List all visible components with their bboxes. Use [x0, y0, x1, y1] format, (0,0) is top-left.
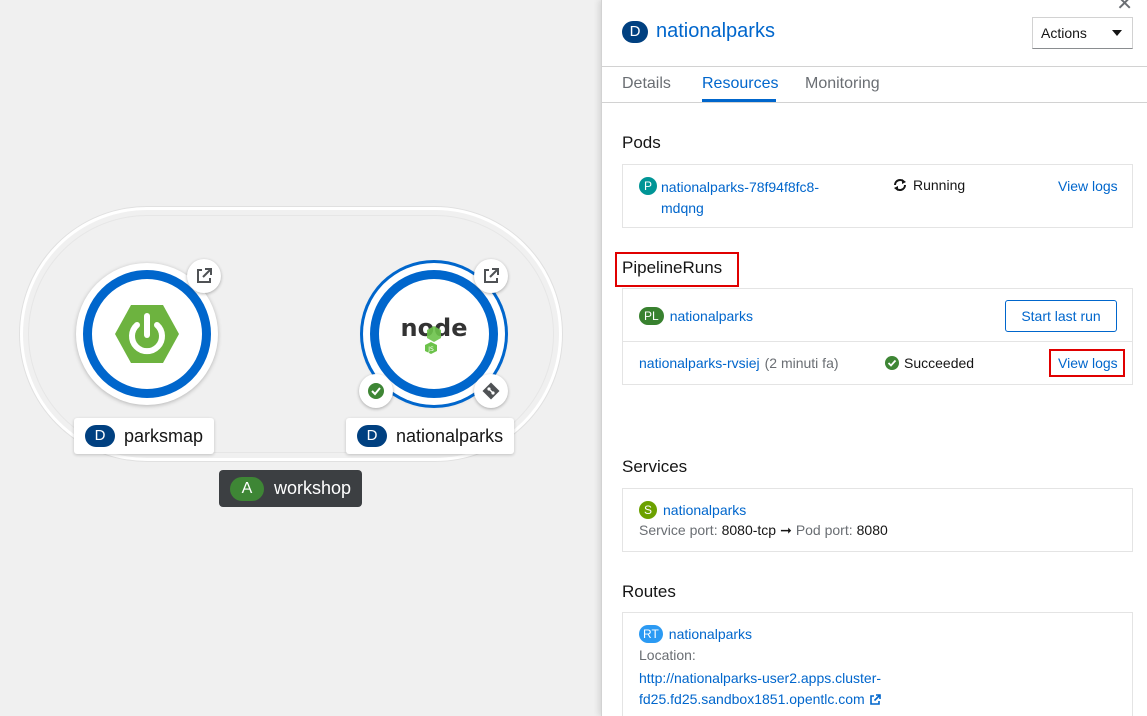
spring-boot-icon [115, 305, 179, 363]
pod-badge: P [639, 177, 657, 195]
external-link-icon [484, 268, 499, 283]
pipeline-row: PL nationalparks [639, 307, 753, 325]
external-link-icon [197, 268, 212, 283]
deployment-badge: D [357, 425, 387, 447]
parksmap-open-url-decorator[interactable] [187, 259, 221, 293]
nationalparks-name: nationalparks [396, 425, 504, 446]
pods-section-title: Pods [622, 133, 661, 152]
services-section-title: Services [622, 457, 688, 476]
nationalparks-node-label[interactable]: D nationalparks [346, 418, 515, 454]
pod-port-value: 8080 [856, 522, 888, 538]
arrow-right-icon: ➞ [780, 522, 792, 538]
tab-details[interactable]: Details [622, 75, 671, 93]
application-name: workshop [274, 478, 352, 498]
route-url-link[interactable]: http://nationalparks-user2.apps.cluster-… [639, 668, 881, 710]
routes-card: RT nationalparks Location: http://nation… [622, 612, 1133, 716]
pod-name-line1: nationalparks-78f94f8fc8- [661, 179, 819, 195]
application-badge: A [230, 476, 264, 501]
pod-view-logs-link[interactable]: View logs [1058, 178, 1118, 194]
pipeline-run-row: nationalparks-rvsiej (2 minuti fa) [639, 355, 839, 371]
application-group-label[interactable]: A workshop [219, 470, 363, 507]
routes-section-title: Routes [622, 582, 676, 601]
panel-tabs: Details Resources Monitoring [602, 67, 1147, 103]
pipeline-run-status-text: Succeeded [904, 355, 975, 371]
pods-card: P nationalparks-78f94f8fc8- mdqng Runnin… [622, 164, 1133, 228]
tab-resources[interactable]: Resources [702, 75, 778, 93]
route-row: RT nationalparks [639, 625, 752, 643]
actions-dropdown[interactable]: Actions [1032, 17, 1133, 49]
pipeline-run-name-link[interactable]: nationalparks-rvsiej [639, 355, 760, 371]
check-circle-icon [368, 383, 384, 399]
tab-monitoring[interactable]: Monitoring [805, 75, 880, 93]
nodejs-icon: node JS [400, 314, 468, 354]
service-badge: S [639, 501, 657, 519]
route-location-label: Location: [639, 647, 696, 663]
nationalparks-open-url-decorator[interactable] [474, 259, 508, 293]
parksmap-node-label[interactable]: D parksmap [74, 418, 215, 454]
pod-port-label: Pod port: [795, 522, 853, 538]
git-repo-decorator[interactable] [474, 374, 508, 408]
route-url-line2: fd25.fd25.sandbox1851.opentlc.com [639, 691, 865, 707]
pipeline-divider [623, 341, 1132, 342]
check-circle-icon [885, 356, 899, 370]
pipeline-name-link[interactable]: nationalparks [670, 308, 753, 324]
git-icon [482, 382, 500, 400]
service-port-label: Service port: [639, 522, 718, 538]
svg-text:JS: JS [427, 346, 434, 353]
panel-title: D nationalparks [622, 20, 775, 43]
pod-status: Running [893, 177, 965, 193]
panel-title-text[interactable]: nationalparks [656, 20, 775, 43]
sync-icon [894, 179, 906, 191]
pipelineruns-highlight-box [615, 252, 739, 287]
service-row: S nationalparks [639, 501, 746, 519]
service-name-link[interactable]: nationalparks [663, 502, 746, 518]
view-logs-highlight-box [1049, 349, 1125, 377]
pod-status-text: Running [913, 177, 966, 193]
pod-name-link[interactable]: nationalparks-78f94f8fc8- mdqng [661, 177, 819, 219]
start-last-run-button[interactable]: Start last run [1005, 300, 1117, 332]
service-port-value: 8080-tcp [721, 522, 777, 538]
pod-name-line2: mdqng [661, 200, 704, 216]
route-name-link[interactable]: nationalparks [669, 626, 752, 642]
external-link-icon [869, 693, 881, 705]
services-card: S nationalparks Service port: 8080-tcp ➞… [622, 488, 1133, 552]
pipeline-run-status: Succeeded [885, 355, 974, 371]
pipeline-status-decorator[interactable] [359, 374, 393, 408]
pipeline-run-age: (2 minuti fa) [764, 355, 839, 371]
service-ports: Service port: 8080-tcp ➞ Pod port: 8080 [639, 522, 888, 539]
actions-label: Actions [1041, 25, 1087, 41]
pipeline-badge: PL [639, 307, 664, 325]
close-icon[interactable]: ✕ [1116, 0, 1133, 16]
route-url-line1: http://nationalparks-user2.apps.cluster- [639, 670, 882, 686]
caret-down-icon [1112, 30, 1122, 36]
topology-canvas[interactable]: D parksmap node JS [0, 0, 601, 716]
parksmap-node-ring [83, 270, 211, 398]
panel-header: ✕ D nationalparks Actions [602, 0, 1147, 67]
active-tab-indicator [702, 99, 776, 102]
route-badge: RT [639, 625, 663, 643]
deployment-badge: D [85, 425, 115, 447]
resource-side-panel: ✕ D nationalparks Actions Details Resour… [601, 0, 1147, 716]
deployment-badge: D [622, 20, 648, 43]
parksmap-name: parksmap [124, 425, 204, 446]
